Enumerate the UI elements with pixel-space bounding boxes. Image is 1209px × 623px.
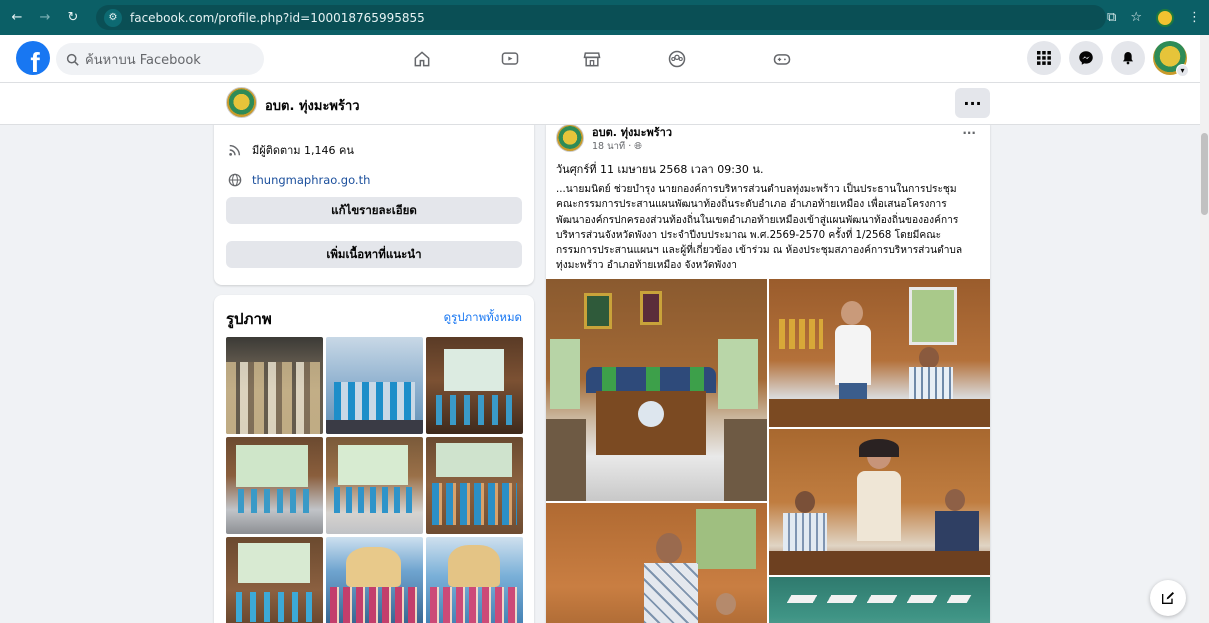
globe-icon <box>226 173 244 187</box>
post-body-line: พัฒนาองค์กรปกครองส่วนท้องถิ่นในเขตอำเภอท… <box>556 214 959 226</box>
reload-icon[interactable]: ↻ <box>62 7 84 29</box>
chevron-down-icon: ▾ <box>1176 64 1189 77</box>
post-body: ...นายมนิตย์ ช่วยบำรุง นายกองค์การบริหาร… <box>556 182 986 274</box>
compose-icon <box>1162 592 1174 604</box>
followers-text[interactable]: มีผู้ติดตาม 1,146 คน <box>252 141 354 159</box>
website-link[interactable]: thungmaphrao.go.th <box>252 173 370 187</box>
bell-icon <box>1123 52 1133 65</box>
browser-profile-icon[interactable] <box>1156 8 1174 27</box>
main-content: มีผู้ติดตาม 1,146 คน thungmaphrao.go.th … <box>0 125 1200 623</box>
post-author-avatar[interactable] <box>556 125 584 152</box>
post-photo[interactable] <box>546 503 767 623</box>
install-app-icon[interactable]: ⧉ <box>1107 10 1116 25</box>
post-body-line: กรรมการประสานแผนฯ และผู้ที่เกี่ยวข้อง เข… <box>556 245 963 257</box>
photos-card: รูปภาพ ดูรูปภาพทั้งหมด <box>214 295 534 623</box>
search-icon <box>66 53 79 66</box>
page-name[interactable]: อบต. ทุ่งมะพร้าว <box>265 95 360 116</box>
post-body-line: ทุ่งมะพร้าว อำเภอท้ายเหมือง จังหวัดพังงา <box>556 260 737 272</box>
photo-thumbnail[interactable] <box>226 537 323 623</box>
search-input[interactable]: ค้นหาบน Facebook <box>56 43 264 75</box>
address-bar[interactable]: ⚙ facebook.com/profile.php?id=1000187659… <box>96 5 1106 30</box>
video-icon <box>501 52 519 65</box>
browser-toolbar: ← → ↻ ⚙ facebook.com/profile.php?id=1000… <box>0 0 1209 35</box>
browser-menu-icon[interactable]: ⋮ <box>1188 10 1201 25</box>
photos-title: รูปภาพ <box>226 310 272 328</box>
page-scrollbar[interactable] <box>1200 35 1209 623</box>
nav-groups[interactable] <box>647 35 707 83</box>
groups-icon <box>668 50 686 68</box>
photo-thumbnail[interactable] <box>226 437 323 534</box>
rss-icon <box>226 143 244 157</box>
post-photo[interactable] <box>769 577 990 623</box>
notifications-button[interactable] <box>1111 41 1145 75</box>
menu-grid-button[interactable] <box>1027 41 1061 75</box>
post-photo[interactable] <box>546 279 767 501</box>
photo-thumbnail[interactable] <box>426 337 523 434</box>
messenger-button[interactable] <box>1069 41 1103 75</box>
post-options-button[interactable]: ··· <box>962 126 976 140</box>
page-more-button[interactable]: ··· <box>955 88 990 118</box>
post-body-line: ...นายมนิตย์ ช่วยบำรุง นายกองค์การบริหาร… <box>556 184 957 195</box>
marketplace-icon <box>583 52 601 67</box>
photo-thumbnail[interactable] <box>426 437 523 534</box>
nav-marketplace[interactable] <box>562 35 622 83</box>
forward-arrow-icon[interactable]: → <box>34 7 56 29</box>
post-meta: 18 นาที · 🌐︎ <box>592 139 642 154</box>
followers-row: มีผู้ติดตาม 1,146 คน <box>226 141 354 159</box>
photo-thumbnail[interactable] <box>326 437 423 534</box>
add-featured-button[interactable]: เพิ่มเนื้อหาที่แนะนำ <box>226 241 522 268</box>
url-text: facebook.com/profile.php?id=100018765995… <box>130 10 425 25</box>
edit-details-button[interactable]: แก้ไขรายละเอียด <box>226 197 522 224</box>
photo-grid <box>226 337 523 623</box>
photo-thumbnail[interactable] <box>326 337 423 434</box>
search-placeholder: ค้นหาบน Facebook <box>85 52 201 68</box>
photo-thumbnail[interactable] <box>226 337 323 434</box>
new-message-button[interactable] <box>1150 580 1186 616</box>
home-icon <box>414 51 430 67</box>
back-arrow-icon[interactable]: ← <box>6 7 28 29</box>
site-settings-icon[interactable]: ⚙ <box>104 8 122 27</box>
post-photo-collage <box>546 279 990 623</box>
post-body-line: คณะกรรมการประสานแผนพัฒนาท้องถิ่นระดับอำเ… <box>556 199 947 211</box>
page-logo[interactable] <box>226 87 257 118</box>
website-row: thungmaphrao.go.th <box>226 173 370 187</box>
post-date-line: วันศุกร์ที่ 11 เมษายน 2568 เวลา 09:30 น. <box>556 163 764 176</box>
post-body-line: บริหารส่วนจังหวัดพังงา ประจำปีงบประมาณ พ… <box>556 229 942 241</box>
globe-icon: 🌐︎ <box>634 141 642 152</box>
post-photo[interactable] <box>769 279 990 427</box>
nav-video[interactable] <box>480 35 540 83</box>
facebook-top-bar: f ค้นหาบน Facebook ▾ <box>0 35 1209 83</box>
grid-icon <box>1037 51 1051 65</box>
see-all-photos-link[interactable]: ดูรูปภาพทั้งหมด <box>444 309 522 327</box>
messenger-icon <box>1079 51 1093 65</box>
facebook-logo-icon[interactable]: f <box>16 41 50 75</box>
photo-thumbnail[interactable] <box>326 537 423 623</box>
account-avatar[interactable]: ▾ <box>1153 41 1189 77</box>
bookmark-star-icon[interactable]: ☆ <box>1130 10 1142 25</box>
post-card: อบต. ทุ่งมะพร้าว 18 นาที · 🌐︎ ··· วันศุก… <box>546 125 990 623</box>
nav-home[interactable] <box>392 35 452 83</box>
page-sticky-header: อบต. ทุ่งมะพร้าว ··· <box>0 83 1200 125</box>
gaming-icon <box>773 54 791 65</box>
nav-gaming[interactable] <box>752 35 812 83</box>
photo-thumbnail[interactable] <box>426 537 523 623</box>
intro-card: มีผู้ติดตาม 1,146 คน thungmaphrao.go.th … <box>214 125 534 285</box>
post-time[interactable]: 18 นาที · <box>592 141 634 152</box>
scrollbar-thumb[interactable] <box>1201 133 1208 215</box>
post-photo[interactable] <box>769 429 990 575</box>
